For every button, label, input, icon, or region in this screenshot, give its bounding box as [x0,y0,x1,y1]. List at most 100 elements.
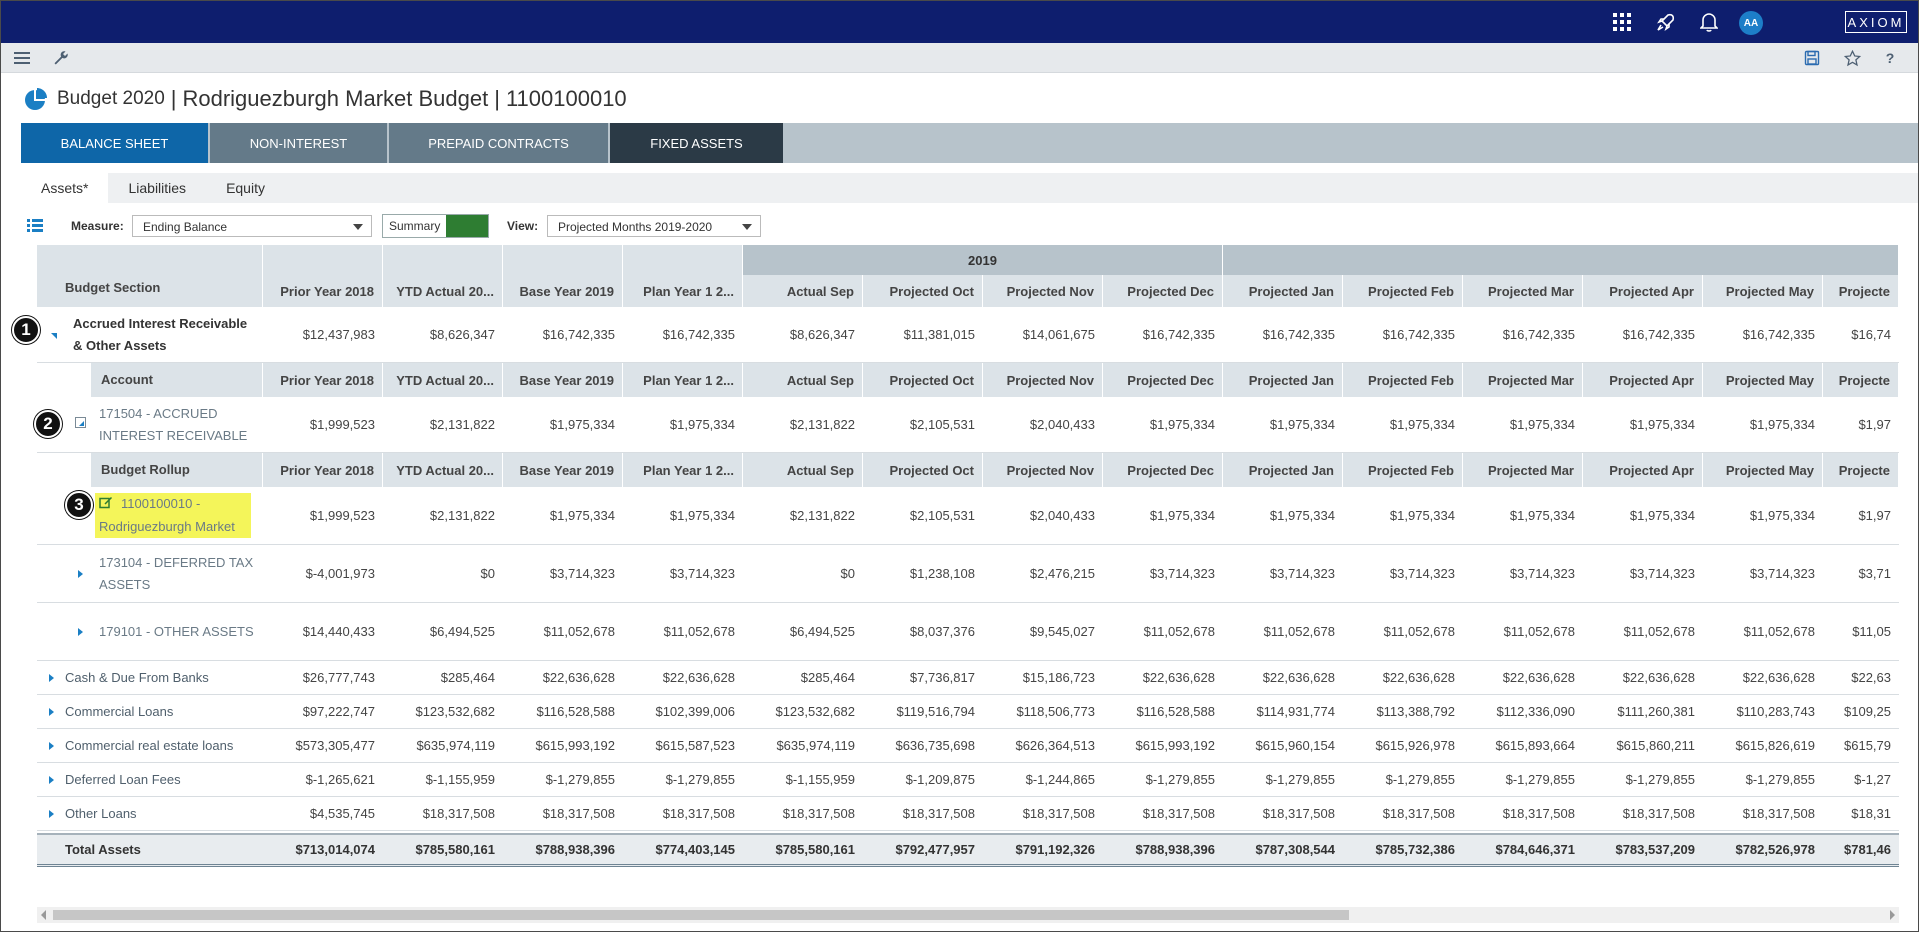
grid-cell[interactable]: $123,532,682 [383,695,503,728]
row-label[interactable]: 179101 - OTHER ASSETS [37,603,263,660]
edit-icon[interactable] [99,494,113,516]
grid-cell[interactable]: $22,636,628 [503,661,623,694]
row-label-text[interactable]: Commercial real estate loans [65,735,233,757]
grid-cell[interactable]: $-1,279,855 [1583,763,1703,796]
grid-cell[interactable]: $1,975,334 [1343,487,1463,544]
grid-cell[interactable]: $1,975,334 [1463,397,1583,452]
collapse-row-icon[interactable] [75,417,86,428]
grid-cell[interactable]: $18,317,508 [1463,797,1583,830]
column-header[interactable]: Prior Year 2018 [263,453,383,487]
grid-cell[interactable]: $116,528,588 [503,695,623,728]
grid-cell[interactable]: $16,742,335 [503,307,623,362]
column-header[interactable]: Projected Mar [1463,363,1583,397]
column-header[interactable]: Base Year 2019 [503,363,623,397]
grid-cell[interactable]: $11,052,678 [1343,603,1463,660]
grid-cell[interactable]: $-1,279,855 [1703,763,1823,796]
scrollbar-thumb[interactable] [53,910,1349,920]
grid-cell[interactable]: $2,131,822 [743,397,863,452]
grid-cell[interactable]: $-1,244,865 [983,763,1103,796]
grid-cell[interactable]: $-1,155,959 [383,763,503,796]
column-header[interactable]: Prior Year 2018 [263,363,383,397]
grid-cell[interactable]: $11,052,678 [623,603,743,660]
grid-cell[interactable]: $636,735,698 [863,729,983,762]
grid-cell[interactable]: $792,477,957 [863,835,983,864]
grid-cell[interactable]: $18,317,508 [743,797,863,830]
grid-cell[interactable]: $8,037,376 [863,603,983,660]
grid-cell[interactable]: $1,999,523 [263,397,383,452]
grid-cell[interactable]: $26,777,743 [263,661,383,694]
row-label-text[interactable]: Deferred Loan Fees [65,769,181,791]
grid-cell[interactable]: $1,975,334 [1103,487,1223,544]
grid-cell[interactable]: $11,05 [1823,603,1899,660]
grid-cell[interactable]: $22,636,628 [1223,661,1343,694]
grid-cell[interactable]: $116,528,588 [1103,695,1223,728]
grid-cell[interactable]: $-1,279,855 [1103,763,1223,796]
grid-cell[interactable]: $109,25 [1823,695,1899,728]
apps-grid-icon[interactable] [1611,11,1633,33]
row-label[interactable]: Other Loans [37,797,263,830]
expand-row-icon[interactable] [49,775,54,784]
expand-row-icon[interactable] [49,673,54,682]
grid-cell[interactable]: $22,63 [1823,661,1899,694]
grid-cell[interactable]: $11,052,678 [503,603,623,660]
grid-cell[interactable]: $3,714,323 [1343,545,1463,602]
grid-cell[interactable]: $18,317,508 [983,797,1103,830]
column-header[interactable]: Projected Apr [1583,363,1703,397]
grid-cell[interactable]: $1,97 [1823,487,1899,544]
tab-prepaid-contracts[interactable]: PREPAID CONTRACTS [389,123,608,163]
grid-cell[interactable]: $11,381,015 [863,307,983,362]
grid-cell[interactable]: $781,46 [1823,835,1899,864]
grid-cell[interactable]: $1,975,334 [623,487,743,544]
grid-cell[interactable]: $1,975,334 [1703,397,1823,452]
grid-cell[interactable]: $3,714,323 [503,545,623,602]
wrench-icon[interactable] [51,48,71,68]
grid-cell[interactable]: $22,636,628 [1583,661,1703,694]
grid-cell[interactable]: $114,931,774 [1223,695,1343,728]
grid-cell[interactable]: $16,742,335 [1223,307,1343,362]
column-header[interactable]: Projected Apr [1583,453,1703,487]
grid-cell[interactable]: $0 [743,545,863,602]
column-header[interactable]: Base Year 2019 [503,245,623,307]
grid-cell[interactable]: $2,040,433 [983,397,1103,452]
row-label-text[interactable]: 173104 - DEFERRED TAX ASSETS [99,552,255,596]
grid-cell[interactable]: $1,975,334 [1223,487,1343,544]
row-label[interactable]: Accrued Interest Receivable & Other Asse… [37,307,263,362]
grid-cell[interactable]: $6,494,525 [383,603,503,660]
measure-select[interactable]: Ending Balance [132,215,372,237]
grid-cell[interactable]: $2,131,822 [383,397,503,452]
grid-cell[interactable]: $22,636,628 [1703,661,1823,694]
grid-cell[interactable]: $118,506,773 [983,695,1103,728]
grid-cell[interactable]: $626,364,513 [983,729,1103,762]
expand-row-icon[interactable] [49,707,54,716]
grid-cell[interactable]: $97,222,747 [263,695,383,728]
grid-cell[interactable]: $11,052,678 [1583,603,1703,660]
summary-toggle[interactable]: Summary [382,214,490,238]
grid-cell[interactable]: $-1,279,855 [623,763,743,796]
column-header[interactable]: Projected Nov [983,363,1103,397]
grid-cell[interactable]: $1,975,334 [1343,397,1463,452]
grid-cell[interactable]: $18,317,508 [863,797,983,830]
grid-cell[interactable]: $785,732,386 [1343,835,1463,864]
column-header[interactable]: Projecte [1823,363,1899,397]
bell-icon[interactable] [1698,11,1720,33]
collapse-row-icon[interactable] [51,333,57,339]
grid-cell[interactable]: $1,97 [1823,397,1899,452]
grid-cell[interactable]: $-1,279,855 [503,763,623,796]
grid-cell[interactable]: $3,714,323 [1583,545,1703,602]
grid-cell[interactable]: $285,464 [383,661,503,694]
subtab-assets[interactable]: Assets* [21,173,109,203]
grid-cell[interactable]: $11,052,678 [1463,603,1583,660]
grid-cell[interactable]: $12,437,983 [263,307,383,362]
grid-cell[interactable]: $14,061,675 [983,307,1103,362]
grid-cell[interactable]: $111,260,381 [1583,695,1703,728]
grid-cell[interactable]: $18,317,508 [623,797,743,830]
grid-cell[interactable]: $2,105,531 [863,487,983,544]
scroll-right-icon[interactable] [1890,910,1895,920]
grid-cell[interactable]: $15,186,723 [983,661,1103,694]
grid-cell[interactable]: $119,516,794 [863,695,983,728]
scroll-left-icon[interactable] [41,910,46,920]
grid-cell[interactable]: $713,014,074 [263,835,383,864]
row-label-text[interactable]: 179101 - OTHER ASSETS [99,621,254,643]
grid-cell[interactable]: $16,742,335 [1103,307,1223,362]
grid-cell[interactable]: $16,742,335 [1343,307,1463,362]
